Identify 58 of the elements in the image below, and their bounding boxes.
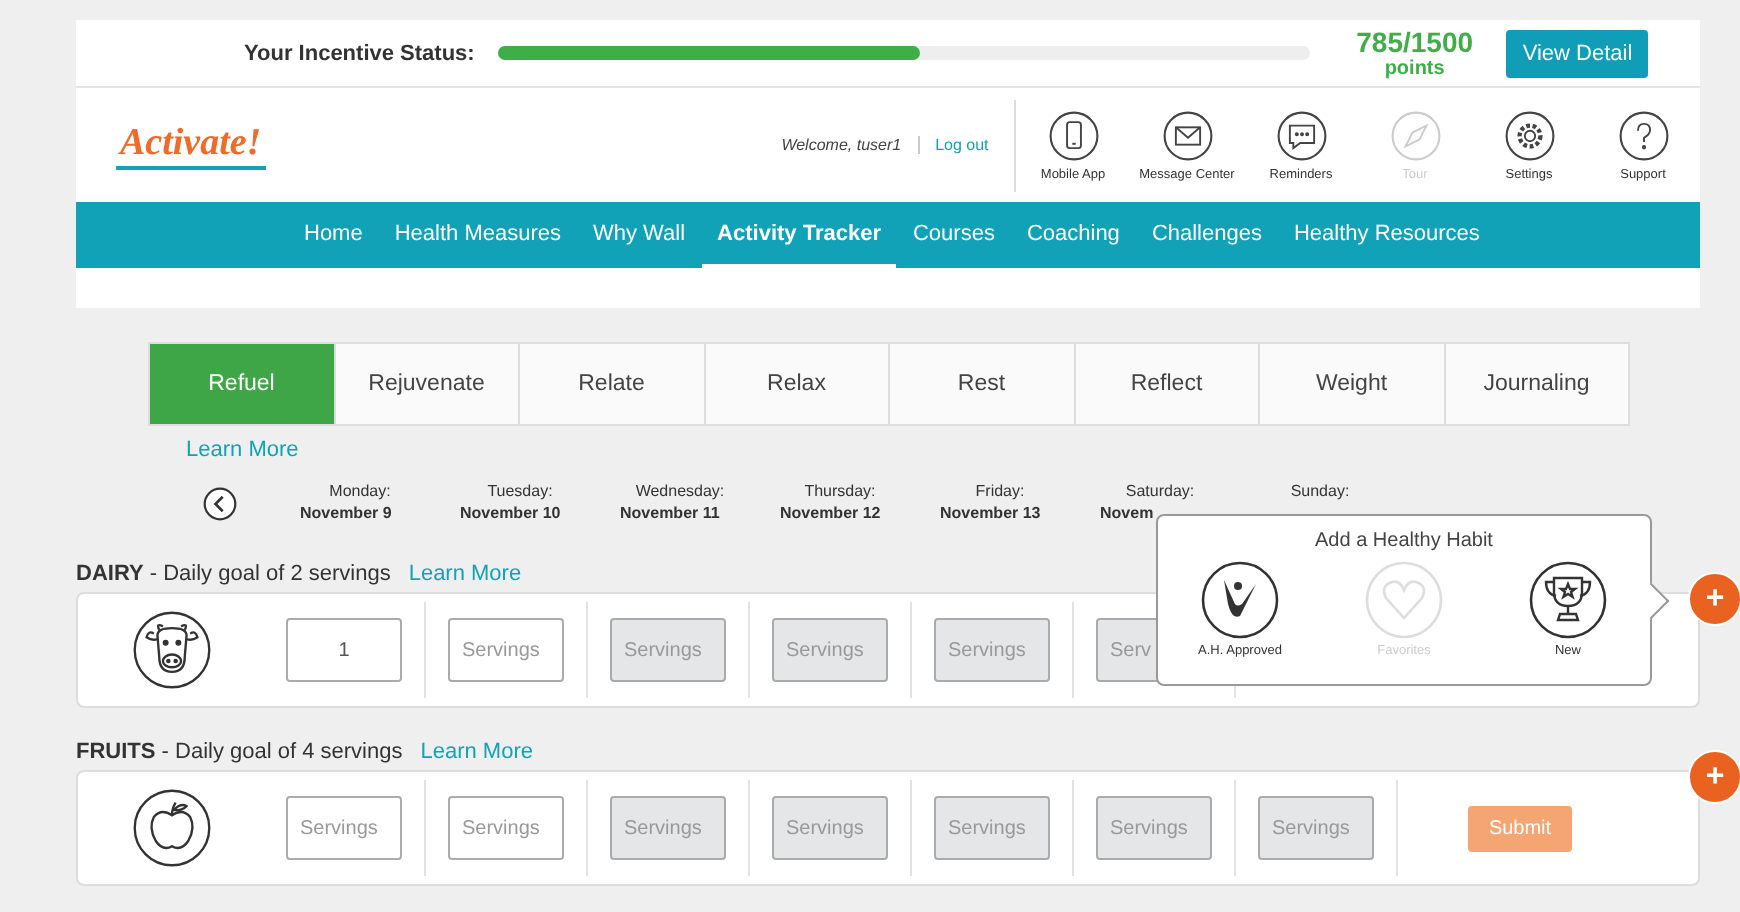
servings-input[interactable]: Servings — [448, 618, 564, 682]
learn-more-link[interactable]: Learn More — [186, 438, 299, 462]
nav-link[interactable]: Challenges — [1135, 202, 1278, 268]
help-icon[interactable] — [1617, 109, 1669, 161]
weekday-label: Saturday: — [1125, 482, 1195, 500]
add-button[interactable]: + — [1688, 750, 1740, 804]
popup-title: Add a Healthy Habit — [1315, 530, 1493, 552]
category-tab[interactable]: Reflect — [1073, 344, 1258, 424]
envelope-icon[interactable] — [1161, 109, 1213, 161]
previous-week-icon[interactable] — [202, 486, 238, 522]
date-label: November 9 — [300, 504, 394, 522]
date-label: November 10 — [460, 504, 563, 522]
nav-link[interactable]: Healthy Resources — [1277, 202, 1496, 268]
logo[interactable]: Activate! — [116, 121, 266, 169]
weekday-label: Sunday: — [1290, 482, 1350, 500]
servings-input[interactable]: Servings — [286, 796, 402, 860]
category-tab[interactable]: Rest — [888, 344, 1073, 424]
nav-link[interactable]: Home — [288, 202, 379, 268]
date-label: November 11 — [620, 504, 722, 522]
nav-link[interactable]: Health Measures — [378, 202, 577, 268]
weekday-label: Friday: — [975, 482, 1025, 500]
food-group-heading: FRUITS - Daily goal of 4 servings — [76, 739, 403, 763]
phone-icon[interactable] — [1047, 109, 1099, 161]
welcome-text: Welcome, tuser1 — [781, 136, 902, 154]
date-label: Novem — [1100, 504, 1156, 522]
figure-icon[interactable] — [1200, 560, 1280, 640]
points-count: 785/1500 — [1356, 26, 1474, 58]
learn-more-link[interactable]: Learn More — [408, 561, 522, 585]
weekday-label: Monday: — [329, 482, 391, 500]
submit-button[interactable]: Submit — [1468, 805, 1572, 851]
category-tab[interactable]: Rejuvenate — [333, 344, 518, 424]
date-label: November 12 — [780, 504, 883, 522]
view-detail-button[interactable]: View Detail — [1506, 29, 1649, 77]
nav-link[interactable]: Courses — [896, 202, 1011, 268]
nav-link[interactable]: Why Wall — [577, 202, 702, 268]
points-label: points — [1384, 58, 1445, 80]
cow-icon — [131, 610, 211, 690]
food-group-heading: DAIRY - Daily goal of 2 servings — [76, 561, 391, 585]
trophy-icon[interactable] — [1528, 560, 1608, 640]
chat-bubble-icon[interactable] — [1275, 109, 1327, 161]
category-tab[interactable]: Refuel — [150, 344, 333, 424]
category-tab[interactable]: Weight — [1258, 344, 1443, 424]
category-tab[interactable]: Relate — [518, 344, 703, 424]
add-button[interactable]: + — [1688, 572, 1740, 626]
servings-input[interactable]: Servings — [448, 796, 564, 860]
weekday-label: Tuesday: — [487, 482, 553, 500]
logout-link[interactable]: Log out — [917, 136, 989, 154]
learn-more-link[interactable]: Learn More — [420, 739, 533, 763]
date-label: November 13 — [940, 504, 1043, 522]
category-tab[interactable]: Relax — [703, 344, 888, 424]
nav-link[interactable]: Coaching — [1010, 202, 1136, 268]
category-tab[interactable]: Journaling — [1443, 344, 1628, 424]
apple-icon — [131, 788, 211, 868]
settings-icon[interactable] — [1503, 109, 1555, 161]
incentive-label: Your Incentive Status: — [244, 41, 475, 65]
weekday-label: Thursday: — [804, 482, 876, 500]
servings-input[interactable]: 1 — [286, 618, 402, 682]
weekday-label: Wednesday: — [635, 482, 725, 500]
